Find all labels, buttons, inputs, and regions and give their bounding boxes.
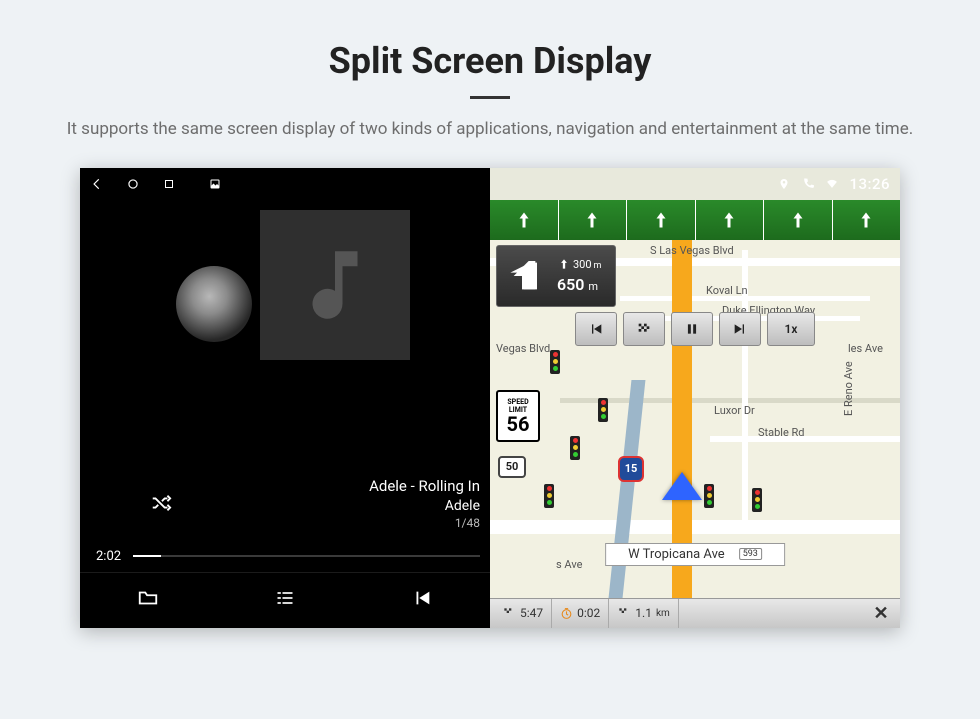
back-icon[interactable]: [90, 177, 104, 191]
overlay-speed-button[interactable]: 1x: [767, 312, 815, 346]
street-label: Stable Rd: [758, 426, 805, 439]
shuffle-icon[interactable]: [150, 492, 172, 518]
traffic-light-icon: [598, 398, 608, 422]
navigation-pane: S Las Vegas Blvd Koval Ln Duke Ellington…: [490, 168, 900, 628]
eta-value: 5:47: [520, 606, 543, 620]
countdown-segment[interactable]: 0:02: [552, 599, 609, 628]
image-icon[interactable]: [208, 177, 222, 191]
location-icon: [777, 177, 791, 191]
traffic-light-icon: [570, 436, 580, 460]
page-title: Split Screen Display: [0, 0, 980, 82]
vehicle-arrow-icon: [662, 472, 702, 500]
elapsed-time: 2:02: [96, 549, 121, 564]
overlay-prev-button[interactable]: [575, 312, 617, 346]
lane-arrow: [490, 200, 558, 240]
overlay-transport-bar: 1x: [496, 312, 894, 346]
street-label: S Las Vegas Blvd: [650, 244, 734, 257]
current-street-banner: W Tropicana Ave 593: [605, 543, 785, 566]
countdown-value: 0:02: [577, 606, 600, 620]
list-button[interactable]: [273, 588, 297, 612]
lane-arrow: [763, 200, 832, 240]
track-counter: 1/48: [369, 515, 480, 531]
lane-arrow: [832, 200, 901, 240]
status-bar: 13:26: [80, 168, 900, 200]
recents-icon[interactable]: [162, 177, 176, 191]
street-label: E Reno Ave: [842, 361, 855, 416]
traffic-light-icon: [704, 484, 714, 508]
speed-limit-value: 56: [507, 414, 530, 434]
overlay-pause-button[interactable]: [671, 312, 713, 346]
home-icon[interactable]: [126, 177, 140, 191]
speed-limit-label-top: SPEED: [507, 398, 528, 406]
progress-bar[interactable]: [133, 555, 480, 557]
map-canvas[interactable]: S Las Vegas Blvd Koval Ln Duke Ellington…: [490, 240, 900, 598]
traffic-light-icon: [544, 484, 554, 508]
lane-arrow: [626, 200, 695, 240]
turn-next-unit: m: [594, 261, 602, 271]
progress-row: 2:02: [96, 549, 480, 564]
lane-arrow: [695, 200, 764, 240]
nav-bottom-bar: 5:47 0:02 1.1 km ✕: [490, 598, 900, 628]
remaining-unit: km: [656, 608, 670, 619]
turn-instruction: 300 m 650 m: [496, 245, 616, 307]
current-street-name: W Tropicana Ave: [628, 547, 725, 562]
street-badge: 593: [739, 548, 762, 560]
interstate-shield: 15: [618, 456, 644, 482]
status-clock: 13:26: [849, 175, 890, 193]
turn-primary-distance: 650: [557, 275, 584, 294]
phone-icon: [801, 177, 815, 191]
remaining-distance: 1.1: [635, 606, 652, 620]
speed-limit-sign: SPEED LIMIT 56: [496, 390, 540, 442]
lane-guidance: [490, 200, 900, 240]
previous-button[interactable]: [410, 587, 434, 613]
track-title: Adele - Rolling In: [369, 476, 480, 496]
track-info: Adele - Rolling In Adele 1/48: [369, 476, 480, 531]
title-underline: [470, 96, 510, 99]
close-button[interactable]: ✕: [866, 599, 896, 628]
street-label: s Ave: [556, 558, 582, 571]
overlay-flag-button[interactable]: [623, 312, 665, 346]
music-bottom-controls: [80, 572, 490, 628]
turn-next-distance: 300: [573, 258, 592, 271]
page-subtitle: It supports the same screen display of t…: [60, 117, 920, 142]
us-route-shield: 50: [498, 456, 526, 478]
street-label: Koval Ln: [706, 284, 748, 297]
traffic-light-icon: [752, 488, 762, 512]
turn-primary-unit: m: [588, 280, 598, 293]
street-label: Luxor Dr: [714, 404, 755, 417]
wifi-icon: [825, 177, 839, 191]
distance-segment[interactable]: 1.1 km: [609, 599, 679, 628]
track-artist: Adele: [369, 497, 480, 516]
lane-arrow: [558, 200, 627, 240]
overlay-next-button[interactable]: [719, 312, 761, 346]
music-pane: Adele - Rolling In Adele 1/48 2:02: [80, 168, 490, 628]
eta-segment[interactable]: 5:47: [494, 599, 552, 628]
folder-button[interactable]: [136, 587, 160, 613]
album-art-placeholder: [260, 210, 410, 360]
device-frame: 13:26 Adele - Rolling In Adele 1/48 2:02: [80, 168, 900, 628]
traffic-light-icon: [550, 350, 560, 374]
disc-knob[interactable]: [176, 266, 252, 342]
